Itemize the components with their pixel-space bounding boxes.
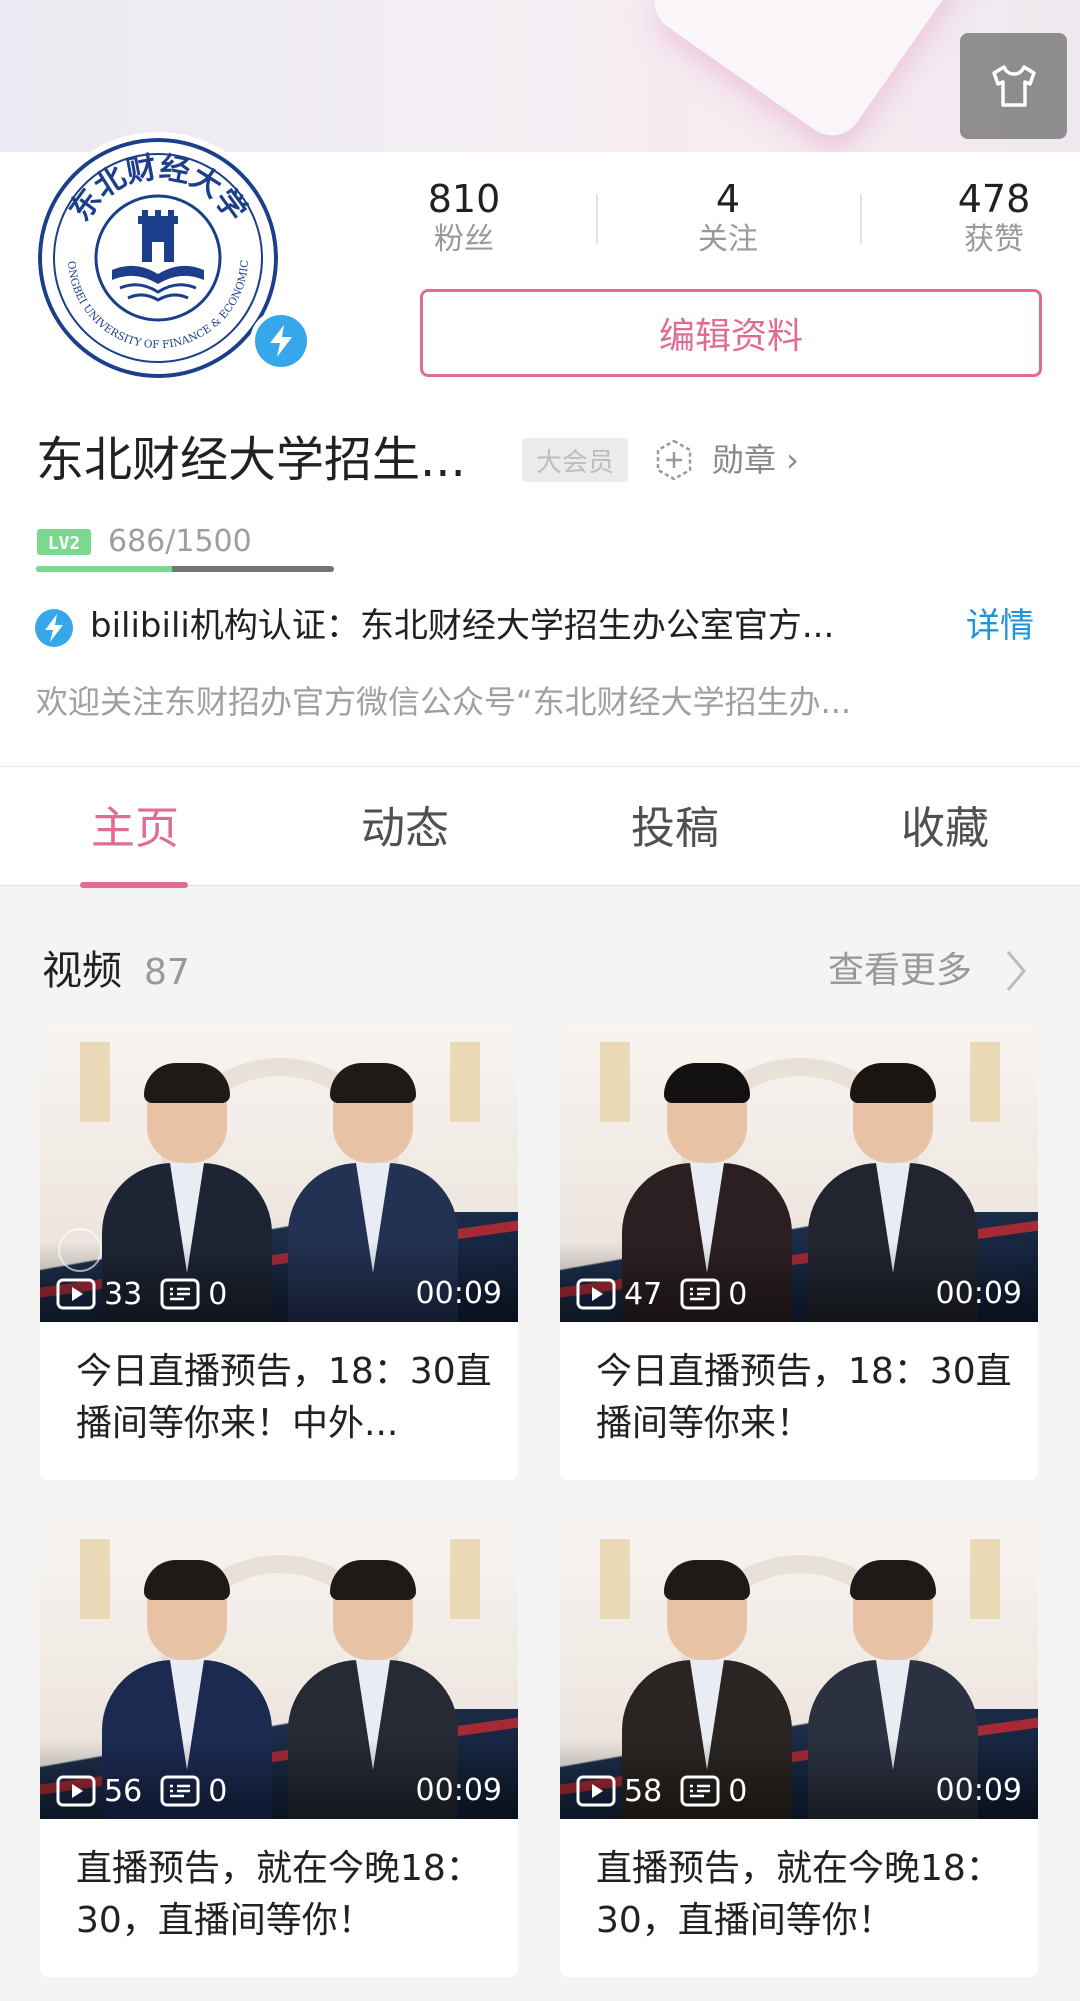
banner-decoration <box>642 0 978 148</box>
danmaku-icon <box>160 1775 200 1807</box>
speaker-nameplate <box>80 1042 110 1122</box>
mic-icon <box>58 1228 102 1272</box>
video-title: 今日直播预告，18：30直播间等你来！中外... <box>76 1351 492 1444</box>
danmaku-count: 0 <box>208 1276 228 1312</box>
level-badge: LV2 <box>37 529 91 555</box>
danmaku-count: 0 <box>728 1773 748 1809</box>
play-count: 56 <box>104 1773 143 1809</box>
stat-divider <box>596 194 598 244</box>
bolt-icon <box>35 609 73 647</box>
stat-followers[interactable]: 810 粉丝 <box>374 177 554 259</box>
speaker-nameplate <box>80 1539 110 1619</box>
video-thumbnail: 58 0 00:09 <box>560 1521 1038 1819</box>
speaker-nameplate <box>970 1539 1000 1619</box>
tab-label: 动态 <box>361 803 449 854</box>
following-label: 关注 <box>698 222 758 257</box>
exp-progress-bar <box>36 566 334 572</box>
view-more-link[interactable]: 查看更多 <box>828 946 972 996</box>
video-title: 直播预告，就在今晚18：30，直播间等你！ <box>596 1848 1002 1941</box>
danmaku-count: 0 <box>728 1276 748 1312</box>
video-duration: 00:09 <box>935 1276 1022 1311</box>
video-thumbnail: 56 0 00:09 <box>40 1521 518 1819</box>
video-thumbnail: 33 0 00:09 <box>40 1024 518 1322</box>
play-icon <box>56 1775 96 1807</box>
video-duration: 00:09 <box>415 1773 502 1808</box>
play-count: 58 <box>624 1773 663 1809</box>
avatar[interactable]: 东北财经大学 DONGBEI UNIVERSITY OF FINANCE & E… <box>32 132 312 384</box>
speaker-nameplate <box>600 1539 630 1619</box>
followers-label: 粉丝 <box>434 222 494 257</box>
video-card[interactable]: 56 0 00:09 直播预告，就在今晚18：30，直播间等你！ <box>40 1521 518 1977</box>
tab-favorites[interactable]: 收藏 <box>810 767 1080 887</box>
danmaku-icon <box>680 1278 720 1310</box>
videos-count: 87 <box>144 952 190 993</box>
play-icon <box>576 1775 616 1807</box>
danmaku-icon <box>160 1278 200 1310</box>
video-title: 今日直播预告，18：30直播间等你来！ <box>596 1351 1012 1444</box>
video-card[interactable]: 58 0 00:09 直播预告，就在今晚18：30，直播间等你！ <box>560 1521 1038 1977</box>
bolt-icon <box>270 325 292 357</box>
profile-tabs: 主页 动态 投稿 收藏 <box>0 766 1080 888</box>
video-card[interactable]: 33 0 00:09 今日直播预告，18：30直播间等你来！中外... <box>40 1024 518 1480</box>
speaker-nameplate <box>600 1042 630 1122</box>
vip-tag[interactable]: 大会员 <box>522 438 628 482</box>
certification-text: bilibili机构认证：东北财经大学招生办公室官方... <box>90 606 835 646</box>
video-card[interactable]: 47 0 00:09 今日直播预告，18：30直播间等你来！ <box>560 1024 1038 1480</box>
edit-profile-button[interactable]: 编辑资料 <box>420 289 1042 377</box>
cert-detail-link[interactable]: 详情 <box>966 600 1034 652</box>
likes-count: 478 <box>957 177 1031 221</box>
signature-text[interactable]: 欢迎关注东财招办官方微信公众号“东北财经大学招生办... <box>36 676 1046 728</box>
profile-header: 东北财经大学 DONGBEI UNIVERSITY OF FINANCE & E… <box>0 132 1080 766</box>
play-count: 33 <box>104 1276 143 1312</box>
speaker-nameplate <box>450 1042 480 1122</box>
video-thumbnail: 47 0 00:09 <box>560 1024 1038 1322</box>
speaker-nameplate <box>450 1539 480 1619</box>
verified-badge <box>250 310 312 372</box>
university-logo: 东北财经大学 DONGBEI UNIVERSITY OF FINANCE & E… <box>38 138 278 378</box>
stat-divider <box>860 194 862 244</box>
tab-label: 主页 <box>91 803 179 854</box>
tab-label: 投稿 <box>631 803 719 854</box>
tshirt-icon <box>991 65 1036 107</box>
tab-label: 收藏 <box>901 803 989 854</box>
profile-name: 东北财经大学招生... <box>36 432 466 488</box>
chevron-right-icon[interactable] <box>1000 948 1030 994</box>
tab-dynamics[interactable]: 动态 <box>270 767 540 887</box>
tab-active-indicator <box>80 882 188 888</box>
stat-likes[interactable]: 478 获赞 <box>904 177 1080 259</box>
level-text: LV2 <box>48 533 81 554</box>
video-duration: 00:09 <box>935 1773 1022 1808</box>
video-meta: 47 0 <box>576 1274 765 1314</box>
followers-count: 810 <box>427 177 501 221</box>
videos-section-title: 视频 <box>42 948 122 994</box>
speaker-nameplate <box>970 1042 1000 1122</box>
danmaku-icon <box>680 1775 720 1807</box>
profile-banner <box>0 0 1080 152</box>
video-meta: 33 0 <box>56 1274 245 1314</box>
following-count: 4 <box>715 177 741 221</box>
video-title: 直播预告，就在今晚18：30，直播间等你！ <box>76 1848 482 1941</box>
play-icon <box>576 1278 616 1310</box>
video-duration: 00:09 <box>415 1276 502 1311</box>
tab-home[interactable]: 主页 <box>0 767 270 888</box>
change-skin-button[interactable] <box>960 33 1067 139</box>
video-meta: 58 0 <box>576 1771 765 1811</box>
play-count: 47 <box>624 1276 663 1312</box>
medal-plus-icon[interactable] <box>652 438 696 482</box>
stat-following[interactable]: 4 关注 <box>638 177 818 259</box>
video-meta: 56 0 <box>56 1771 245 1811</box>
play-icon <box>56 1278 96 1310</box>
tab-submissions[interactable]: 投稿 <box>540 767 810 887</box>
exp-progress-fill <box>36 566 173 572</box>
medal-link[interactable]: 勋章 › <box>712 438 799 482</box>
likes-label: 获赞 <box>964 222 1024 257</box>
exp-text: 686/1500 <box>108 524 252 559</box>
danmaku-count: 0 <box>208 1773 228 1809</box>
